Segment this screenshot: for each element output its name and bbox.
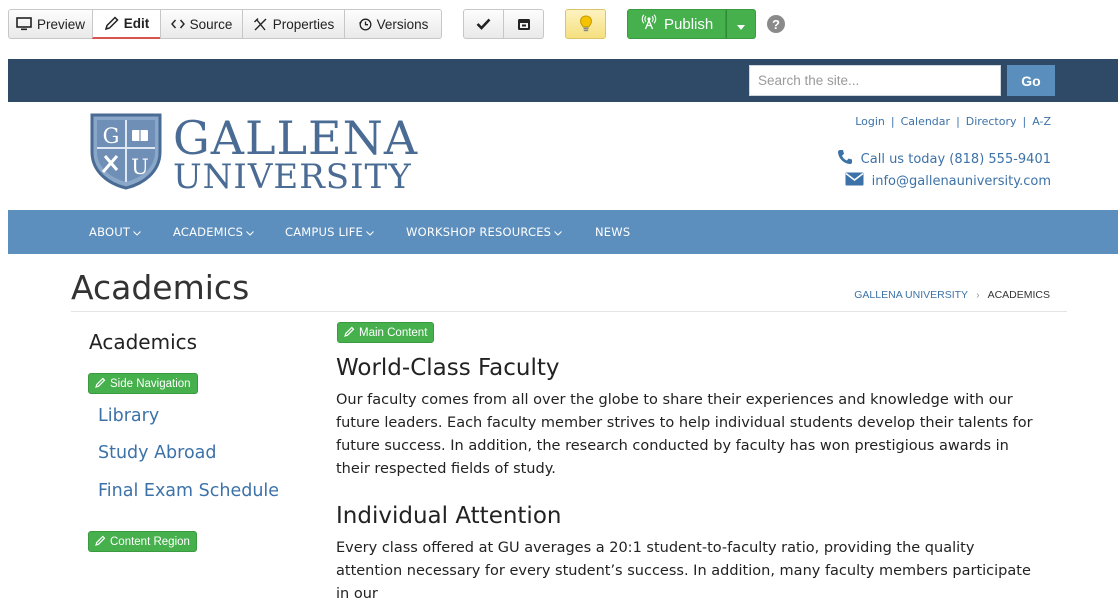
- tips-group: [565, 9, 606, 39]
- site-search-input[interactable]: [749, 65, 1001, 96]
- content-region-edit-tag[interactable]: Content Region: [88, 531, 197, 552]
- breadcrumb-current: ACADEMICS: [987, 289, 1050, 301]
- nav-item-news[interactable]: NEWS: [595, 225, 630, 239]
- tools-icon: [253, 17, 268, 32]
- publish-options-button[interactable]: [726, 9, 757, 39]
- login-link[interactable]: Login: [855, 115, 885, 128]
- nav-item-campus-life[interactable]: CAMPUS LIFE: [285, 225, 374, 239]
- tips-button[interactable]: [565, 9, 606, 39]
- section-heading-faculty: World-Class Faculty: [336, 355, 560, 381]
- archive-button[interactable]: [503, 9, 544, 39]
- nav-item-workshop-resources[interactable]: WORKSHOP RESOURCES: [406, 225, 563, 239]
- sidebar-link-library[interactable]: Library: [98, 406, 159, 426]
- university-wordmark[interactable]: GALLENA UNIVERSITY: [173, 115, 418, 194]
- view-mode-group: Preview Edit Source Properties Versions: [8, 9, 442, 39]
- university-shield-logo[interactable]: G U: [89, 112, 163, 194]
- checkmark-icon: [476, 18, 491, 30]
- section-body-attention: Every class offered at GU averages a 20:…: [336, 540, 1031, 602]
- site-header: G U GALLENA UNIVERSITY Login | Calendar …: [8, 102, 1118, 210]
- lightbulb-icon: [579, 15, 593, 33]
- cms-toolbar: Preview Edit Source Properties Versions: [0, 0, 1118, 58]
- email-link[interactable]: info@gallenauniversity.com: [872, 174, 1051, 189]
- publish-button[interactable]: Publish: [627, 9, 727, 39]
- logo-line-university: UNIVERSITY: [173, 157, 412, 197]
- phone-icon: [837, 149, 853, 169]
- search-go-button[interactable]: Go: [1007, 65, 1055, 96]
- sidebar-link-final-exam-schedule[interactable]: Final Exam Schedule: [98, 481, 279, 501]
- phone-contact: Call us today (818) 555-9401: [837, 149, 1051, 169]
- action-group: [463, 9, 544, 39]
- sidebar-link-study-abroad[interactable]: Study Abroad: [98, 443, 217, 463]
- main-navigation: ABOUT ACADEMICS CAMPUS LIFE WORKSHOP RES…: [8, 210, 1118, 254]
- shield-letter-g: G: [103, 124, 120, 148]
- history-icon: [358, 17, 372, 31]
- source-button[interactable]: Source: [160, 9, 243, 39]
- email-contact: info@gallenauniversity.com: [845, 172, 1051, 190]
- directory-link[interactable]: Directory: [966, 115, 1017, 128]
- edit-button[interactable]: Edit: [92, 9, 161, 39]
- breadcrumb-separator: ›: [976, 289, 980, 301]
- versions-button[interactable]: Versions: [344, 9, 442, 39]
- calendar-link[interactable]: Calendar: [901, 115, 950, 128]
- section-heading-attention: Individual Attention: [336, 503, 562, 529]
- nav-item-academics[interactable]: ACADEMICS: [173, 225, 254, 239]
- phone-text: Call us today (818) 555-9401: [860, 151, 1051, 167]
- caret-down-icon: [737, 15, 746, 34]
- pencil-icon: [344, 326, 355, 340]
- breadcrumb: GALLENA UNIVERSITY › ACADEMICS: [854, 289, 1050, 301]
- side-navigation-edit-tag[interactable]: Side Navigation: [88, 373, 198, 394]
- envelope-icon: [845, 172, 864, 190]
- a-z-link[interactable]: A-Z: [1032, 115, 1051, 128]
- code-icon: [170, 18, 185, 30]
- approve-button[interactable]: [463, 9, 504, 39]
- properties-button[interactable]: Properties: [242, 9, 345, 39]
- help-icon[interactable]: ?: [767, 15, 785, 33]
- pencil-icon: [95, 535, 106, 549]
- logo-line-gallena: GALLENA: [173, 111, 419, 165]
- broadcast-icon: [640, 14, 658, 34]
- sidebar-title: Academics: [89, 330, 198, 354]
- page-title: Academics: [71, 268, 250, 307]
- breadcrumb-home-link[interactable]: GALLENA UNIVERSITY: [854, 289, 968, 301]
- title-divider: [71, 311, 1067, 312]
- main-content-edit-tag[interactable]: Main Content: [337, 322, 435, 343]
- section-body-faculty: Our faculty comes from all over the glob…: [336, 392, 1033, 477]
- pencil-icon: [95, 377, 106, 391]
- nav-item-about[interactable]: ABOUT: [89, 225, 141, 239]
- publish-split-button: Publish: [627, 9, 757, 39]
- site-top-bar: Go: [8, 59, 1118, 102]
- preview-button[interactable]: Preview: [8, 9, 93, 39]
- chevron-down-icon: [366, 225, 374, 239]
- chevron-down-icon: [246, 225, 254, 239]
- monitor-icon: [16, 17, 32, 31]
- main-content: World-Class Faculty Our faculty comes fr…: [336, 355, 1036, 604]
- chevron-down-icon: [133, 225, 141, 239]
- archive-box-icon: [517, 18, 531, 31]
- shield-letter-u: U: [131, 155, 149, 179]
- pencil-icon: [104, 16, 119, 31]
- chevron-down-icon: [554, 225, 563, 239]
- utility-links: Login | Calendar | Directory | A-Z: [855, 115, 1051, 128]
